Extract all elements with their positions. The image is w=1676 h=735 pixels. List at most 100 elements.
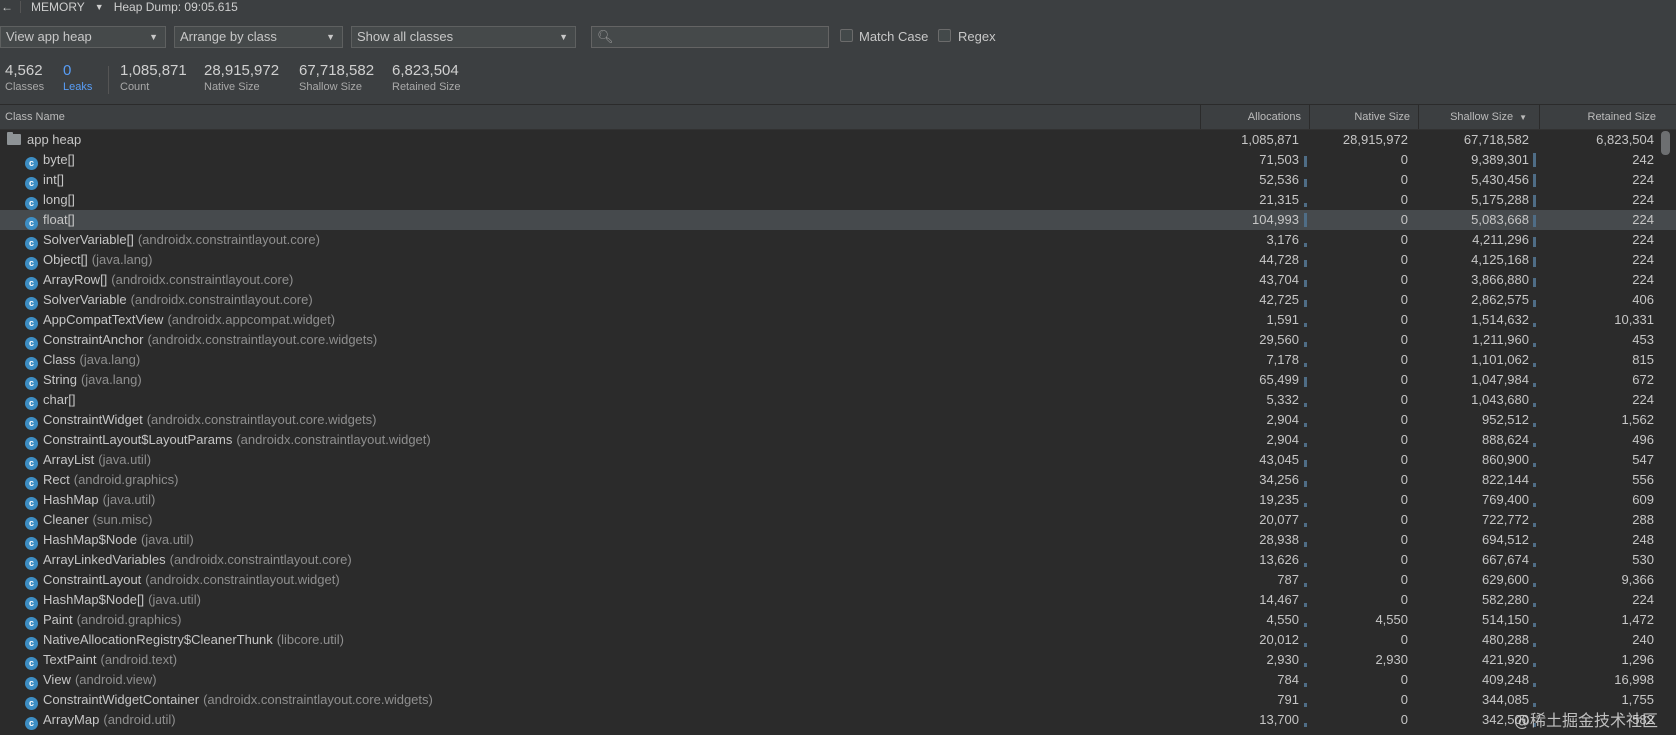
allocation-bar xyxy=(1304,643,1307,647)
cell-alloc: 43,045 xyxy=(1259,452,1299,467)
allocation-bar xyxy=(1304,503,1307,507)
table-row[interactable]: c AppCompatTextView (androidx.appcompat.wi… xyxy=(0,310,1676,330)
cell-retained: 224 xyxy=(1632,392,1654,407)
cell-native: 0 xyxy=(1400,532,1408,547)
table-row[interactable]: c ConstraintLayout$LayoutParams (androidx.… xyxy=(0,430,1676,450)
cell-class-name: c HashMap$Node[] (java.util) xyxy=(25,590,201,610)
table-row[interactable]: c ArrayMap (android.util) 13,700 0 342,500 582 xyxy=(0,710,1676,730)
stat-leaks[interactable]: 0 Leaks xyxy=(63,62,92,93)
table-row[interactable]: c Rect (android.graphics) 34,256 0 822,144 556 xyxy=(0,470,1676,490)
cell-native: 2,930 xyxy=(1375,652,1408,667)
table-row[interactable]: c int[] 52,536 0 5,430,456 224 xyxy=(0,170,1676,190)
vertical-scrollbar[interactable] xyxy=(1661,131,1670,155)
regex-checkbox[interactable] xyxy=(938,29,951,42)
cell-shallow: 769,400 xyxy=(1482,492,1529,507)
cell-alloc: 65,499 xyxy=(1259,372,1299,387)
stat-value: 1,085,871 xyxy=(120,62,187,79)
cell-class-name: c ConstraintWidgetContainer (androidx.cons… xyxy=(25,690,433,710)
class-package: (android.graphics) xyxy=(73,472,179,487)
cell-native: 0 xyxy=(1400,312,1408,327)
classes-select[interactable]: Show all classes ▼ xyxy=(351,26,576,48)
back-arrow-icon[interactable]: ← xyxy=(0,0,14,14)
shallow-size-bar xyxy=(1533,403,1536,407)
table-row[interactable]: c SolverVariable[] (androidx.constraintlay… xyxy=(0,230,1676,250)
column-header-class-name[interactable]: Class Name xyxy=(5,105,1195,129)
class-name: byte[] xyxy=(43,152,75,167)
column-header-native-size[interactable]: Native Size xyxy=(1309,105,1418,129)
table-row[interactable]: c SolverVariable (androidx.constraintlayou… xyxy=(0,290,1676,310)
table-row[interactable]: c Class (java.lang) 7,178 0 1,101,062 815 xyxy=(0,350,1676,370)
table-row[interactable]: c Cleaner (sun.misc) 20,077 0 722,772 288 xyxy=(0,510,1676,530)
allocation-bar xyxy=(1304,213,1307,227)
table-row[interactable]: c ArrayRow[] (androidx.constraintlayout.co… xyxy=(0,270,1676,290)
table-row[interactable]: c Object[] (java.lang) 44,728 0 4,125,168 224 xyxy=(0,250,1676,270)
shallow-size-bar xyxy=(1533,323,1536,327)
cell-alloc: 3,176 xyxy=(1266,232,1299,247)
cell-retained: 815 xyxy=(1632,352,1654,367)
table-row[interactable]: c char[] 5,332 0 1,043,680 224 xyxy=(0,390,1676,410)
table-row[interactable]: c float[] 104,993 0 5,083,668 224 xyxy=(0,210,1676,230)
table-row[interactable]: c HashMap (java.util) 19,235 0 769,400 609 xyxy=(0,490,1676,510)
table-row[interactable]: c Paint (android.graphics) 4,550 4,550 514,15… xyxy=(0,610,1676,630)
class-icon: c xyxy=(25,477,38,490)
cell-retained: 240 xyxy=(1632,632,1654,647)
cell-retained: 1,472 xyxy=(1621,612,1654,627)
class-icon: c xyxy=(25,457,38,470)
table-row-root[interactable]: app heap 1,085,871 28,915,972 67,718,582 6,8… xyxy=(0,130,1676,150)
heap-select[interactable]: View app heap ▼ xyxy=(0,26,166,48)
class-name: ConstraintWidget xyxy=(43,412,143,427)
search-input[interactable]: 🔍︎ xyxy=(591,26,829,48)
shallow-size-bar xyxy=(1533,623,1536,627)
class-icon: c xyxy=(25,397,38,410)
class-icon: c xyxy=(25,637,38,650)
cell-class-name: c TextPaint (android.text) xyxy=(25,650,177,670)
cell-retained: 224 xyxy=(1632,592,1654,607)
column-header-retained-size[interactable]: Retained Size xyxy=(1539,105,1664,129)
cell-native: 0 xyxy=(1400,592,1408,607)
table-row[interactable]: c ConstraintAnchor (androidx.constraintlay… xyxy=(0,330,1676,350)
cell-native: 0 xyxy=(1400,252,1408,267)
allocation-bar xyxy=(1304,260,1307,267)
table-row[interactable]: c ConstraintWidget (androidx.constraintlay… xyxy=(0,410,1676,430)
table-row[interactable]: c ArrayList (java.util) 43,045 0 860,900 547 xyxy=(0,450,1676,470)
table-row[interactable]: c View (android.view) 784 0 409,248 16,998 xyxy=(0,670,1676,690)
column-header-shallow-size[interactable]: Shallow Size ▼ xyxy=(1418,105,1539,129)
arrange-select[interactable]: Arrange by class ▼ xyxy=(174,26,343,48)
class-icon: c xyxy=(25,517,38,530)
cell-shallow: 582,280 xyxy=(1482,592,1529,607)
match-case-checkbox[interactable] xyxy=(840,29,853,42)
table-row[interactable]: c long[] 21,315 0 5,175,288 224 xyxy=(0,190,1676,210)
table-row[interactable]: c HashMap$Node (java.util) 28,938 0 694,512 24… xyxy=(0,530,1676,550)
cell-alloc: 13,700 xyxy=(1259,712,1299,727)
heap-dump-label: Heap Dump: 09:05.615 xyxy=(113,0,238,14)
chevron-down-icon[interactable]: ▼ xyxy=(95,2,104,12)
allocation-bar xyxy=(1304,623,1307,627)
cell-class-name: c ConstraintAnchor (androidx.constraintlay… xyxy=(25,330,377,350)
stat-value: 0 xyxy=(63,62,72,79)
cell-shallow: 4,125,168 xyxy=(1471,252,1529,267)
cell-alloc: 19,235 xyxy=(1259,492,1299,507)
table-row[interactable]: c HashMap$Node[] (java.util) 14,467 0 582,280… xyxy=(0,590,1676,610)
class-name: Paint xyxy=(43,612,73,627)
column-header-allocations[interactable]: Allocations xyxy=(1200,105,1309,129)
profiler-selector[interactable]: MEMORY xyxy=(31,0,85,14)
cell-alloc: 787 xyxy=(1277,572,1299,587)
table-row[interactable]: c TextPaint (android.text) 2,930 2,930 421,92… xyxy=(0,650,1676,670)
table-row[interactable]: c byte[] 71,503 0 9,389,301 242 xyxy=(0,150,1676,170)
class-package: (android.text) xyxy=(100,652,178,667)
table-row[interactable]: c String (java.lang) 65,499 0 1,047,984 672 xyxy=(0,370,1676,390)
cell-class-name: c long[] xyxy=(25,190,75,210)
cell-class-name: c String (java.lang) xyxy=(25,370,142,390)
table-row[interactable]: c ConstraintLayout (androidx.constraintlay… xyxy=(0,570,1676,590)
cell-alloc: 1,085,871 xyxy=(1241,132,1299,147)
allocation-bar xyxy=(1304,523,1307,527)
class-package: (androidx.constraintlayout.core) xyxy=(137,232,320,247)
table-row[interactable]: c ConstraintWidgetContainer (androidx.cons… xyxy=(0,690,1676,710)
shallow-size-bar xyxy=(1533,237,1536,247)
cell-class-name: c char[] xyxy=(25,390,76,410)
cell-shallow: 952,512 xyxy=(1482,412,1529,427)
watermark: @稀土掘金技术社区 xyxy=(1513,711,1658,730)
table-row[interactable]: c NativeAllocationRegistry$CleanerThunk (l… xyxy=(0,630,1676,650)
class-name: HashMap xyxy=(43,492,99,507)
table-row[interactable]: c ArrayLinkedVariables (androidx.constrain… xyxy=(0,550,1676,570)
